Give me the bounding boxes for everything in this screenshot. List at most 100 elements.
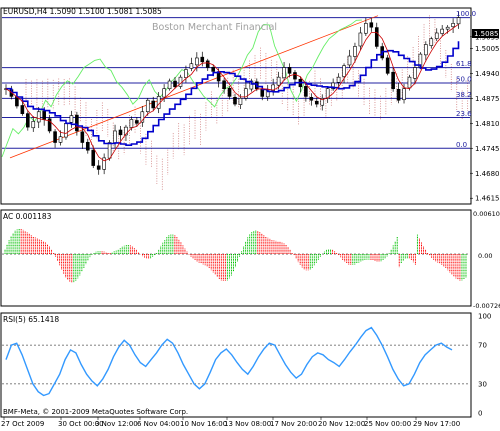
candle-body: [342, 65, 346, 77]
candle-body: [364, 23, 368, 34]
rsi-axis-label: 70: [478, 342, 487, 350]
candle-body: [369, 22, 374, 28]
candle-body: [205, 60, 210, 68]
rsi-title: RSI(5) 65.1418: [3, 315, 59, 324]
candle-body: [407, 76, 412, 89]
candle-body: [374, 27, 379, 47]
candle-body: [238, 98, 243, 105]
time-axis-label: 13 Nov 08:00: [224, 420, 271, 428]
candle-body: [53, 131, 57, 143]
candle-body: [58, 136, 63, 143]
candle-body: [113, 130, 117, 144]
rsi-axis-label: 0: [478, 410, 482, 418]
candle-body: [91, 149, 96, 166]
candle-body: [222, 80, 226, 90]
candle-body: [347, 55, 352, 66]
candle-body: [69, 115, 74, 123]
chart-window: EURUSD,H4 1.5090 1.5100 1.5081 1.5085 Bo…: [0, 0, 500, 429]
candle-body: [184, 69, 188, 78]
rsi-axis-label: 30: [478, 380, 487, 388]
candle-body: [434, 32, 439, 39]
time-axis-label: 17 Nov 20:00: [270, 420, 317, 428]
ac-axis-zero: 0.00: [478, 252, 492, 260]
price-axis-label: 1.4745: [475, 145, 500, 153]
price-axis-label: 1.4680: [475, 170, 500, 178]
candle-body: [107, 142, 112, 159]
current-price-tag: 1.5085: [474, 30, 499, 38]
candle-body: [402, 88, 406, 101]
fib-level-label: 100.0: [456, 10, 476, 18]
candle-body: [145, 99, 150, 112]
candle-body: [31, 121, 36, 129]
candle-body: [118, 129, 123, 136]
candle-body: [456, 17, 461, 25]
time-axis-label: 27 Oct 2009: [1, 420, 44, 428]
price-axis-label: 1.4810: [475, 120, 500, 128]
candle-body: [173, 80, 177, 88]
candle-body: [26, 113, 30, 128]
candle-body: [200, 56, 205, 63]
ac-title: AC 0.001183: [3, 212, 52, 221]
candle-body: [353, 46, 357, 57]
time-axis-label: 10 Nov 16:00: [180, 420, 227, 428]
copyright-footer: BMF-Meta, © 2001-2009 MetaQuotes Softwar…: [3, 408, 188, 416]
time-axis-label: 3 Nov 12:00: [95, 420, 138, 428]
candle-body: [396, 89, 401, 101]
candle-body: [287, 67, 292, 74]
rsi-axis-label: 100: [478, 313, 491, 321]
candle-body: [385, 57, 390, 74]
candle-body: [336, 76, 341, 83]
fib-level-label: 61.8: [456, 60, 472, 68]
candle-body: [282, 67, 286, 79]
fib-level-label: 0.0: [456, 141, 467, 149]
candle-body: [233, 96, 237, 105]
candle-body: [85, 141, 90, 151]
candle-body: [445, 26, 450, 30]
time-axis-label: 6 Nov 04:00: [137, 420, 180, 428]
chart-canvas: EURUSD,H4 1.5090 1.5100 1.5081 1.5085 Bo…: [0, 0, 500, 429]
price-axis-label: 1.4615: [475, 195, 500, 203]
watermark-text: Boston Merchant Financial: [152, 22, 277, 33]
candle-body: [429, 38, 434, 46]
candle-body: [195, 57, 199, 66]
time-axis-label: 29 Nov 17:00: [413, 420, 460, 428]
ac-axis-bottom: -0.00726: [473, 302, 500, 310]
candle-body: [314, 100, 319, 105]
candle-body: [304, 86, 308, 97]
candle-body: [391, 71, 395, 90]
time-axis-label: 25 Nov 00:00: [364, 420, 411, 428]
candle-body: [75, 114, 79, 132]
candle-body: [189, 63, 194, 69]
symbol-header: EURUSD,H4 1.5090 1.5100 1.5081 1.5085: [3, 7, 162, 16]
candle-body: [293, 72, 297, 80]
candle-body: [178, 76, 183, 87]
candle-body: [413, 67, 417, 79]
candle-body: [129, 119, 134, 128]
candle-body: [135, 120, 139, 124]
candle-body: [211, 67, 215, 72]
candle-body: [276, 76, 281, 86]
candle-body: [36, 111, 41, 123]
candle-body: [451, 23, 455, 28]
fib-level-label: 23.6: [456, 110, 472, 118]
candle-body: [96, 165, 101, 170]
ac-axis-top: 0.006107: [473, 210, 500, 218]
price-axis-label: 1.4875: [475, 95, 500, 103]
fib-level-label: 38.2: [456, 91, 472, 99]
fib-level-label: 50.0: [456, 75, 472, 83]
price-axis-label: 1.5005: [475, 45, 500, 53]
candle-body: [358, 32, 363, 47]
candle-body: [80, 131, 85, 143]
candle-body: [151, 100, 156, 109]
candle-body: [424, 44, 428, 56]
candle-body: [64, 122, 68, 138]
time-axis-label: 20 Nov 12:00: [318, 420, 365, 428]
price-axis-label: 1.4940: [475, 70, 500, 78]
candle-body: [440, 28, 444, 34]
candle-body: [42, 110, 46, 120]
candle-body: [309, 97, 314, 101]
candle-body: [227, 87, 232, 97]
candle-body: [20, 105, 25, 114]
candle-body: [167, 80, 172, 90]
candle-body: [162, 88, 166, 98]
